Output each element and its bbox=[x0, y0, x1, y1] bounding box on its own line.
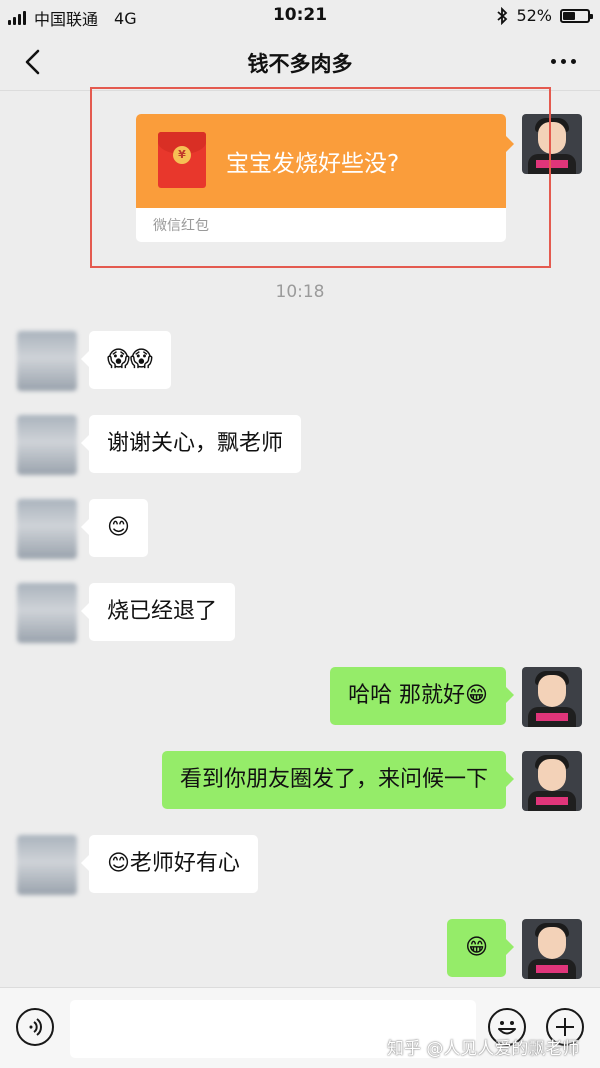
battery-icon bbox=[560, 8, 593, 23]
message-text: 😱😱 bbox=[107, 347, 153, 372]
message-bubble-received[interactable]: 😊老师好有心 bbox=[81, 835, 258, 893]
message-text: 烧已经退了 bbox=[107, 599, 218, 624]
contact-avatar[interactable] bbox=[17, 583, 77, 643]
contact-avatar[interactable] bbox=[17, 499, 77, 559]
self-avatar[interactable] bbox=[522, 751, 582, 811]
message-bubble-received[interactable]: 😊 bbox=[81, 499, 148, 557]
message-text: 哈哈 那就好😁 bbox=[348, 683, 488, 708]
time-divider: 10:18 bbox=[275, 282, 325, 302]
bluetooth-icon bbox=[497, 6, 508, 25]
self-avatar[interactable] bbox=[522, 667, 582, 727]
message-text: 看到你朋友圈发了，来问候一下 bbox=[179, 767, 488, 792]
more-icon[interactable] bbox=[551, 59, 576, 64]
message-text: 😁 bbox=[465, 935, 488, 960]
voice-button[interactable] bbox=[16, 1008, 54, 1046]
message-text: 😊 bbox=[107, 515, 130, 540]
battery-percent: 52% bbox=[516, 6, 552, 25]
contact-avatar[interactable] bbox=[17, 331, 77, 391]
chat-header: 钱不多肉多 bbox=[0, 34, 600, 91]
self-avatar[interactable] bbox=[522, 919, 582, 979]
message-text: 😊老师好有心 bbox=[107, 851, 240, 876]
message-text: 谢谢关心，飘老师 bbox=[107, 431, 284, 456]
message-bubble-received[interactable]: 烧已经退了 bbox=[80, 583, 236, 641]
highlight-annotation-box bbox=[90, 87, 551, 268]
message-bubble-received[interactable]: 😱😱 bbox=[81, 331, 171, 389]
message-bubble-sent[interactable]: 哈哈 那就好😁 bbox=[330, 667, 514, 725]
message-bubble-sent[interactable]: 看到你朋友圈发了，来问候一下 bbox=[161, 751, 515, 809]
chat-title: 钱不多肉多 bbox=[247, 52, 353, 76]
status-bar: 中国联通 4G 10:21 52% bbox=[0, 0, 600, 34]
watermark: 知乎 @人见人爱的飘老师 bbox=[387, 1039, 580, 1059]
message-bubble-received[interactable]: 谢谢关心，飘老师 bbox=[80, 415, 302, 473]
message-bubble-sent[interactable]: 😁 bbox=[447, 919, 514, 977]
voice-icon bbox=[29, 1018, 42, 1036]
contact-avatar[interactable] bbox=[17, 415, 77, 475]
contact-avatar[interactable] bbox=[17, 835, 77, 895]
